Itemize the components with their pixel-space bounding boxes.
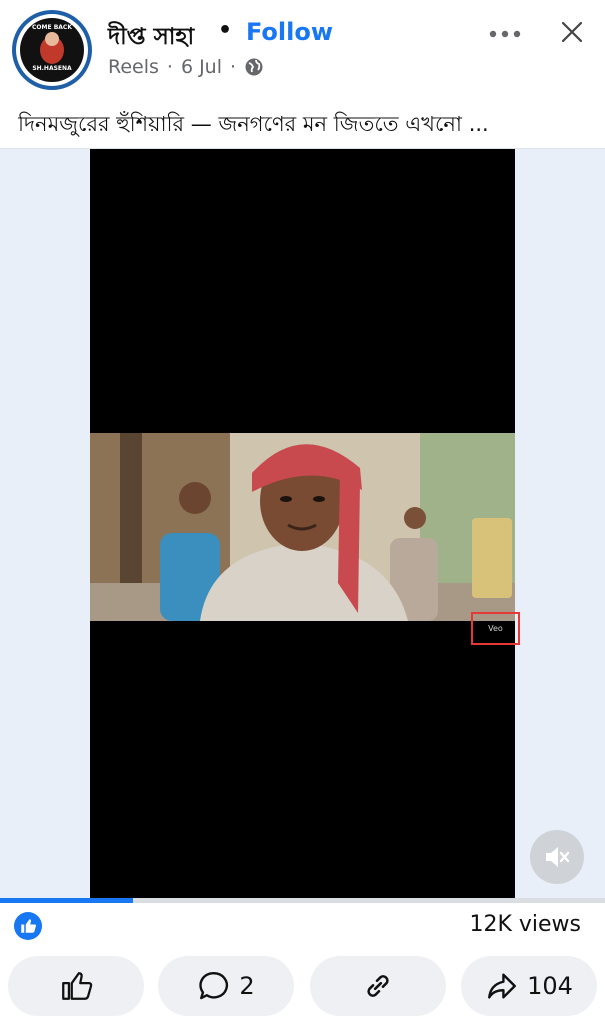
thumbs-up-icon — [62, 972, 93, 1000]
speaker-muted-icon — [546, 847, 570, 867]
like-reaction-badge[interactable] — [14, 912, 42, 940]
avatar-badge: COME BACK SH.HASENA — [20, 18, 84, 82]
page-avatar[interactable]: COME BACK SH.HASENA — [12, 10, 92, 90]
follow-button[interactable]: Follow — [246, 18, 333, 46]
meta-source[interactable]: Reels — [108, 56, 159, 78]
comment-count: 2 — [239, 972, 255, 1000]
avatar-top-text: COME BACK — [32, 24, 72, 31]
veo-watermark-highlight: Veo — [471, 612, 520, 645]
globe-icon — [245, 58, 263, 76]
post-date[interactable]: 6 Jul — [181, 56, 222, 78]
post-caption[interactable]: দিনমজুরের হুঁশিয়ারি — জনগণের মন জিততে এ… — [18, 108, 593, 143]
video-progress-fill — [0, 898, 133, 903]
link-icon — [367, 975, 389, 997]
author-name[interactable]: দীপ্ত সাহা — [108, 18, 194, 57]
avatar-portrait-head — [45, 32, 59, 46]
share-count: 104 — [527, 972, 573, 1000]
more-options-icon[interactable] — [488, 22, 522, 46]
copy-link-button[interactable] — [310, 956, 446, 1016]
video-frame-image[interactable] — [90, 433, 515, 621]
close-icon[interactable] — [560, 20, 584, 44]
avatar-bottom-text: SH.HASENA — [32, 65, 72, 72]
view-count[interactable]: 12K views — [469, 912, 581, 937]
thumbs-up-icon — [21, 919, 36, 933]
share-button[interactable]: 104 — [461, 956, 597, 1016]
meta-dot: · — [230, 56, 237, 78]
comment-bubble-icon — [199, 972, 229, 1000]
like-button[interactable] — [8, 956, 144, 1016]
header-separator: • — [218, 18, 233, 43]
meta-dot: · — [166, 56, 173, 78]
post-meta: Reels · 6 Jul · — [108, 56, 264, 78]
share-arrow-icon — [488, 973, 517, 999]
comment-button[interactable]: 2 — [158, 956, 294, 1016]
mute-button[interactable] — [530, 830, 584, 884]
